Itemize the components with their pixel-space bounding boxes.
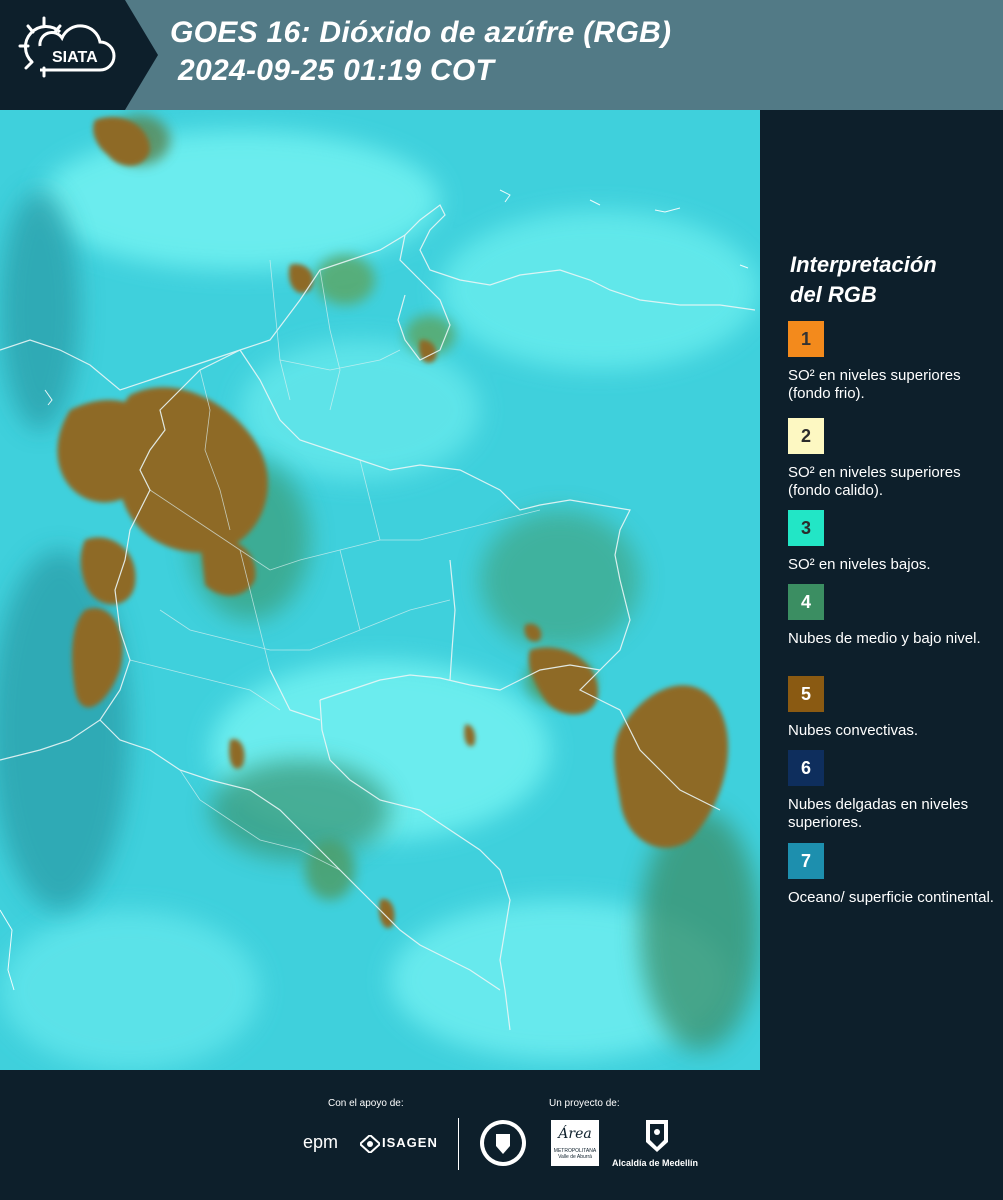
legend-swatch-4: 4 <box>788 584 824 620</box>
legend-item-7: 7 Oceano/ superficie continental. <box>788 843 998 907</box>
legend-item-6: 6 Nubes delgadas en niveles superiores. <box>788 750 998 832</box>
area-metropolitana-logo: Área METROPOLITANA Valle de Aburrá <box>551 1120 599 1166</box>
area-line-2: Valle de Aburrá <box>558 1154 592 1160</box>
legend-swatch-3: 3 <box>788 510 824 546</box>
area-script-text: Área <box>558 1126 592 1142</box>
satellite-map <box>0 110 760 1070</box>
legend-panel: Interpretación del RGB 1 SO² en niveles … <box>762 110 1003 1070</box>
legend-text-4: Nubes de medio y bajo nivel. <box>788 630 981 647</box>
legend-item-1: 1 SO² en niveles superiores (fondo frio)… <box>788 321 998 403</box>
title-line-2: 2024-09-25 01:19 COT <box>178 54 495 87</box>
legend-item-3: 3 SO² en niveles bajos. <box>788 510 998 574</box>
legend-swatch-7: 7 <box>788 843 824 879</box>
legend-text-2: SO² en niveles superiores (fondo calido)… <box>788 464 961 499</box>
epm-logo: epm <box>303 1132 339 1152</box>
title-line-1: GOES 16: Dióxido de azúfre (RGB) <box>170 16 672 49</box>
legend-title: Interpretación del RGB <box>790 250 937 310</box>
project-label: Un proyecto de: <box>549 1098 620 1109</box>
page-title: GOES 16: Dióxido de azúfre (RGB) 2024-09… <box>170 14 671 90</box>
legend-title-line-2: del RGB <box>790 282 877 307</box>
legend-swatch-1: 1 <box>788 321 824 357</box>
legend-item-2: 2 SO² en niveles superiores (fondo calid… <box>788 418 998 500</box>
alcaldia-shield-icon <box>644 1118 670 1159</box>
isagen-logo: ISAGEN <box>382 1135 438 1150</box>
siata-logo: SIATA <box>0 0 158 110</box>
legend-text-3: SO² en niveles bajos. <box>788 556 931 573</box>
legend-text-5: Nubes convectivas. <box>788 722 919 739</box>
isagen-icon <box>358 1133 382 1158</box>
footer-bar: Con el apoyo de: Un proyecto de: epm ISA… <box>0 1070 1003 1200</box>
medellin-seal-icon <box>478 1118 528 1173</box>
legend-title-line-1: Interpretación <box>790 252 937 277</box>
legend-item-5: 5 Nubes convectivas. <box>788 676 998 740</box>
legend-swatch-2: 2 <box>788 418 824 454</box>
legend-swatch-6: 6 <box>788 750 824 786</box>
legend-text-6: Nubes delgadas en niveles superiores. <box>788 796 969 831</box>
legend-text-1: SO² en niveles superiores (fondo frio). <box>788 367 961 402</box>
footer-divider <box>458 1118 459 1170</box>
legend-text-7: Oceano/ superficie continental. <box>788 889 994 906</box>
support-label: Con el apoyo de: <box>328 1098 404 1109</box>
header-bar: SIATA GOES 16: Dióxido de azúfre (RGB) 2… <box>0 0 1003 110</box>
siata-logo-text: SIATA <box>52 49 98 66</box>
legend-item-4: 4 Nubes de medio y bajo nivel. <box>788 584 998 648</box>
alcaldia-label: Alcaldía de Medellín <box>612 1158 699 1168</box>
legend-swatch-5: 5 <box>788 676 824 712</box>
